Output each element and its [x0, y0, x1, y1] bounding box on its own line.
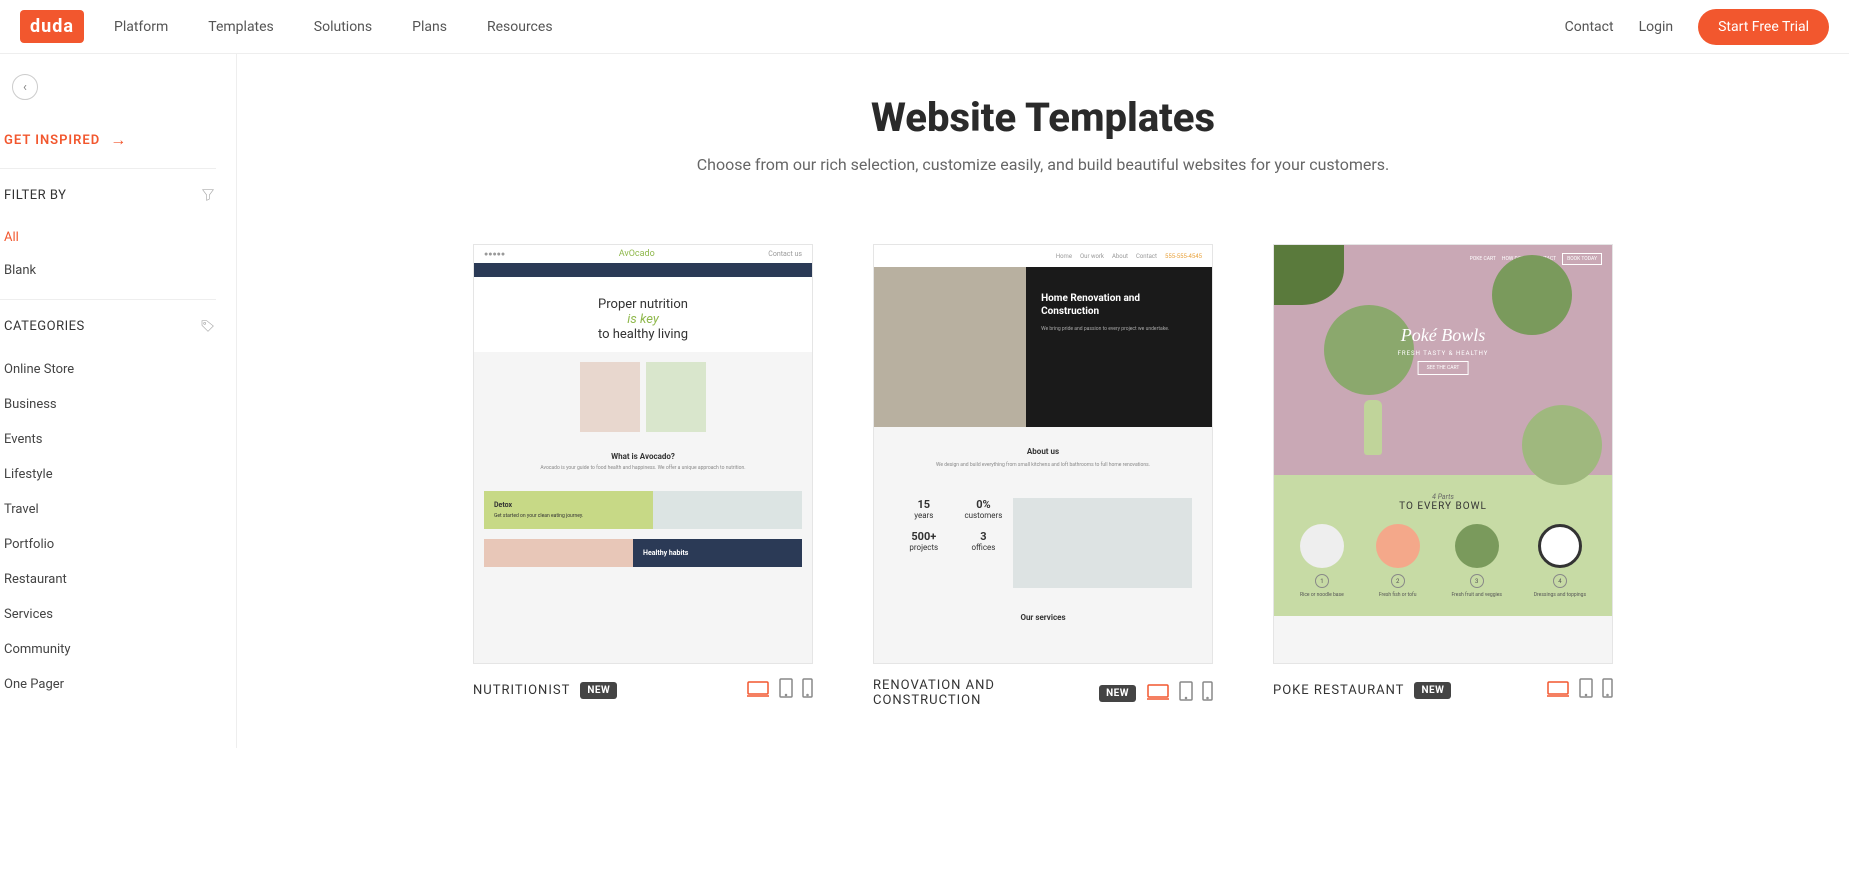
desktop-icon[interactable]: [746, 680, 770, 702]
template-title: RENOVATION AND CONSTRUCTION: [873, 678, 1089, 708]
desktop-icon[interactable]: [1146, 683, 1170, 705]
desktop-icon[interactable]: [1546, 680, 1570, 702]
filter-list: All Blank: [0, 221, 216, 300]
cat-online-store[interactable]: Online Store: [0, 352, 236, 387]
back-button[interactable]: ‹: [12, 74, 38, 100]
get-inspired-link[interactable]: GET INSPIRED →: [0, 130, 216, 169]
template-card-renovation: HomeOur workAboutContact555-555-4545 Hom…: [873, 244, 1213, 708]
cat-portfolio[interactable]: Portfolio: [0, 527, 236, 562]
template-card-nutritionist: ●●●●●AvOcadoContact us Proper nutrition …: [473, 244, 813, 708]
template-title: POKE RESTAURANT: [1273, 683, 1404, 698]
nav-templates[interactable]: Templates: [208, 19, 274, 35]
filter-all[interactable]: All: [0, 221, 216, 254]
nav-plans[interactable]: Plans: [412, 19, 447, 35]
mobile-icon[interactable]: [1202, 681, 1213, 705]
template-thumb[interactable]: HomeOur workAboutContact555-555-4545 Hom…: [873, 244, 1213, 664]
device-toggle: [1546, 678, 1613, 702]
nav-right: Contact Login Start Free Trial: [1565, 9, 1829, 45]
tablet-icon[interactable]: [778, 678, 794, 702]
cat-community[interactable]: Community: [0, 632, 236, 667]
filter-by-label: FILTER BY: [4, 188, 66, 203]
new-badge: NEW: [580, 682, 617, 699]
card-footer: POKE RESTAURANT NEW: [1273, 678, 1613, 702]
categories-header: CATEGORIES: [0, 300, 236, 352]
card-footer: NUTRITIONIST NEW: [473, 678, 813, 702]
template-preview: ●●●●●AvOcadoContact us Proper nutrition …: [474, 245, 812, 663]
device-toggle: [746, 678, 813, 702]
sidebar: ‹ GET INSPIRED → FILTER BY All Blank CAT…: [0, 54, 237, 748]
nav-login[interactable]: Login: [1639, 19, 1674, 35]
filter-by-header: FILTER BY: [0, 169, 236, 221]
cat-business[interactable]: Business: [0, 387, 236, 422]
filter-icon[interactable]: [200, 187, 216, 203]
category-list: Online Store Business Events Lifestyle T…: [0, 352, 236, 702]
cat-travel[interactable]: Travel: [0, 492, 236, 527]
chevron-left-icon: ‹: [23, 80, 27, 95]
nav-contact[interactable]: Contact: [1565, 19, 1614, 35]
template-card-poke: POKE CARTHOW DONECONTACTBOOK TODAY Poké …: [1273, 244, 1613, 708]
mobile-icon[interactable]: [1602, 678, 1613, 702]
start-trial-button[interactable]: Start Free Trial: [1698, 9, 1829, 45]
template-grid: ●●●●●AvOcadoContact us Proper nutrition …: [297, 244, 1789, 708]
new-badge: NEW: [1099, 685, 1136, 702]
template-thumb[interactable]: ●●●●●AvOcadoContact us Proper nutrition …: [473, 244, 813, 664]
filter-blank[interactable]: Blank: [0, 254, 216, 287]
nav-main: Platform Templates Solutions Plans Resou…: [114, 19, 553, 35]
nav-solutions[interactable]: Solutions: [314, 19, 372, 35]
cat-one-pager[interactable]: One Pager: [0, 667, 236, 702]
template-thumb[interactable]: POKE CARTHOW DONECONTACTBOOK TODAY Poké …: [1273, 244, 1613, 664]
mobile-icon[interactable]: [802, 678, 813, 702]
tag-icon[interactable]: [200, 318, 216, 334]
nav-platform[interactable]: Platform: [114, 19, 168, 35]
template-preview: HomeOur workAboutContact555-555-4545 Hom…: [874, 245, 1212, 663]
page-subtitle: Choose from our rich selection, customiz…: [297, 155, 1789, 174]
page-title: Website Templates: [297, 94, 1789, 141]
get-inspired-label: GET INSPIRED: [4, 133, 100, 148]
cat-events[interactable]: Events: [0, 422, 236, 457]
cat-lifestyle[interactable]: Lifestyle: [0, 457, 236, 492]
arrow-right-icon: →: [110, 130, 127, 150]
device-toggle: [1146, 681, 1213, 705]
cat-restaurant[interactable]: Restaurant: [0, 562, 236, 597]
new-badge: NEW: [1414, 682, 1451, 699]
categories-label: CATEGORIES: [4, 319, 85, 334]
card-footer: RENOVATION AND CONSTRUCTION NEW: [873, 678, 1213, 708]
header: duda Platform Templates Solutions Plans …: [0, 0, 1849, 54]
main-content: Website Templates Choose from our rich s…: [237, 54, 1849, 748]
nav-resources[interactable]: Resources: [487, 19, 553, 35]
tablet-icon[interactable]: [1178, 681, 1194, 705]
tablet-icon[interactable]: [1578, 678, 1594, 702]
template-preview: POKE CARTHOW DONECONTACTBOOK TODAY Poké …: [1274, 245, 1612, 663]
template-title: NUTRITIONIST: [473, 683, 570, 698]
cat-services[interactable]: Services: [0, 597, 236, 632]
logo[interactable]: duda: [20, 10, 84, 43]
